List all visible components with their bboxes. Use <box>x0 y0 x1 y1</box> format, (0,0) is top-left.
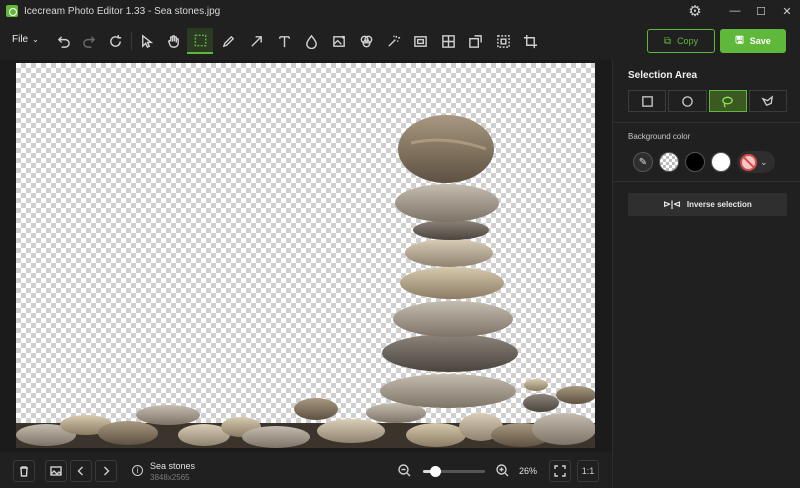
app-logo-icon <box>6 5 18 17</box>
panel-title: Selection Area <box>628 70 698 81</box>
frame-icon[interactable] <box>407 28 433 54</box>
pointer-icon[interactable] <box>133 28 159 54</box>
previous-image-button[interactable] <box>70 460 92 482</box>
window-title: Icecream Photo Editor 1.33 - Sea stones.… <box>24 5 221 17</box>
inverse-selection-icon: ⊳|⊲ <box>663 199 681 209</box>
main-toolbar: File ⌄ ⧉ Copy 🖫 Save <box>0 22 800 60</box>
inverse-selection-button[interactable]: ⊳|⊲ Inverse selection <box>628 193 787 216</box>
actual-size-button[interactable]: 1:1 <box>577 460 599 482</box>
no-color-icon <box>740 153 757 171</box>
filters-icon[interactable] <box>353 28 379 54</box>
select-area-icon[interactable] <box>490 28 516 54</box>
black-swatch[interactable] <box>685 152 705 172</box>
ellipse-icon <box>682 95 693 107</box>
white-swatch[interactable] <box>711 152 731 172</box>
chevron-down-icon: ⌄ <box>760 156 768 167</box>
copy-label: Copy <box>677 36 699 46</box>
zoom-percent: 26% <box>519 466 538 476</box>
reset-icon[interactable] <box>102 28 128 54</box>
rectangle-shape-button[interactable] <box>628 90 667 112</box>
ellipse-shape-button[interactable] <box>668 90 707 112</box>
panel-divider <box>613 181 800 182</box>
chevron-down-icon: ⌄ <box>32 35 39 44</box>
save-label: Save <box>749 36 771 46</box>
fit-to-screen-button[interactable] <box>549 460 571 482</box>
color-picker-icon[interactable]: ✎ <box>633 152 653 172</box>
zoom-slider-thumb[interactable] <box>430 466 442 477</box>
lasso-shape-button[interactable] <box>708 90 747 112</box>
zoom-out-icon[interactable] <box>398 464 411 477</box>
polygon-lasso-shape-button[interactable] <box>748 90 787 112</box>
file-menu-label: File <box>12 34 29 45</box>
lasso-icon <box>722 96 733 108</box>
canvas-area <box>0 60 612 452</box>
transparent-swatch[interactable] <box>659 152 679 172</box>
copy-icon: ⧉ <box>663 35 672 47</box>
fit-screen-icon <box>554 465 566 477</box>
info-icon[interactable]: i <box>132 465 143 476</box>
redo-icon[interactable] <box>76 28 102 54</box>
trash-icon <box>20 466 28 477</box>
arrow-icon[interactable] <box>243 28 269 54</box>
background-swatches: ✎ ⌄ <box>633 151 775 173</box>
drop-icon[interactable] <box>298 28 324 54</box>
save-button[interactable]: 🖫 Save <box>720 29 786 53</box>
next-image-button[interactable] <box>95 460 117 482</box>
image-icon <box>50 466 62 476</box>
crop-icon[interactable] <box>517 28 543 54</box>
text-icon[interactable] <box>271 28 297 54</box>
save-icon: 🖫 <box>735 34 744 46</box>
maximize-button[interactable]: ☐ <box>748 0 774 22</box>
copy-button[interactable]: ⧉ Copy <box>647 29 715 53</box>
panel-divider <box>613 122 800 123</box>
selection-icon[interactable] <box>187 28 213 54</box>
file-menu[interactable]: File ⌄ <box>12 34 39 45</box>
no-color-dropdown[interactable]: ⌄ <box>737 151 775 173</box>
file-name: Sea stones <box>150 461 196 471</box>
background-color-label: Background color <box>628 132 691 141</box>
app-window: Icecream Photo Editor 1.33 - Sea stones.… <box>0 0 800 488</box>
pencil-icon[interactable] <box>215 28 241 54</box>
magic-wand-icon[interactable] <box>380 28 406 54</box>
status-bar: i Sea stones 3848x2565 26% 1:1 <box>0 452 612 488</box>
chevron-left-icon <box>77 466 83 476</box>
resize-icon[interactable] <box>462 28 488 54</box>
undo-icon[interactable] <box>50 28 76 54</box>
image-canvas[interactable] <box>16 63 595 448</box>
selection-shape-group <box>628 90 787 112</box>
minimize-button[interactable]: — <box>722 0 748 22</box>
close-button[interactable]: ✕ <box>774 0 800 22</box>
sea-stones-photo <box>16 115 595 448</box>
window-controls: ⚙ — ☐ ✕ <box>682 0 800 22</box>
collage-icon[interactable] <box>435 28 461 54</box>
zoom-in-icon[interactable] <box>496 464 509 477</box>
delete-button[interactable] <box>13 460 35 482</box>
toolbar-divider <box>131 32 132 50</box>
zoom-slider[interactable] <box>423 466 485 477</box>
inverse-selection-label: Inverse selection <box>686 200 752 209</box>
selection-panel: Selection Area Background color ✎ ⌄ ⊳|⊲ … <box>612 60 800 488</box>
hand-icon[interactable] <box>160 28 186 54</box>
title-bar: Icecream Photo Editor 1.33 - Sea stones.… <box>0 0 800 22</box>
open-image-button[interactable] <box>45 460 67 482</box>
chevron-right-icon <box>104 466 110 476</box>
settings-gear-icon[interactable]: ⚙ <box>682 0 708 22</box>
rectangle-icon <box>641 95 653 107</box>
polygon-lasso-icon <box>761 94 774 106</box>
file-dimensions: 3848x2565 <box>150 473 190 482</box>
image-adjust-icon[interactable] <box>326 28 352 54</box>
